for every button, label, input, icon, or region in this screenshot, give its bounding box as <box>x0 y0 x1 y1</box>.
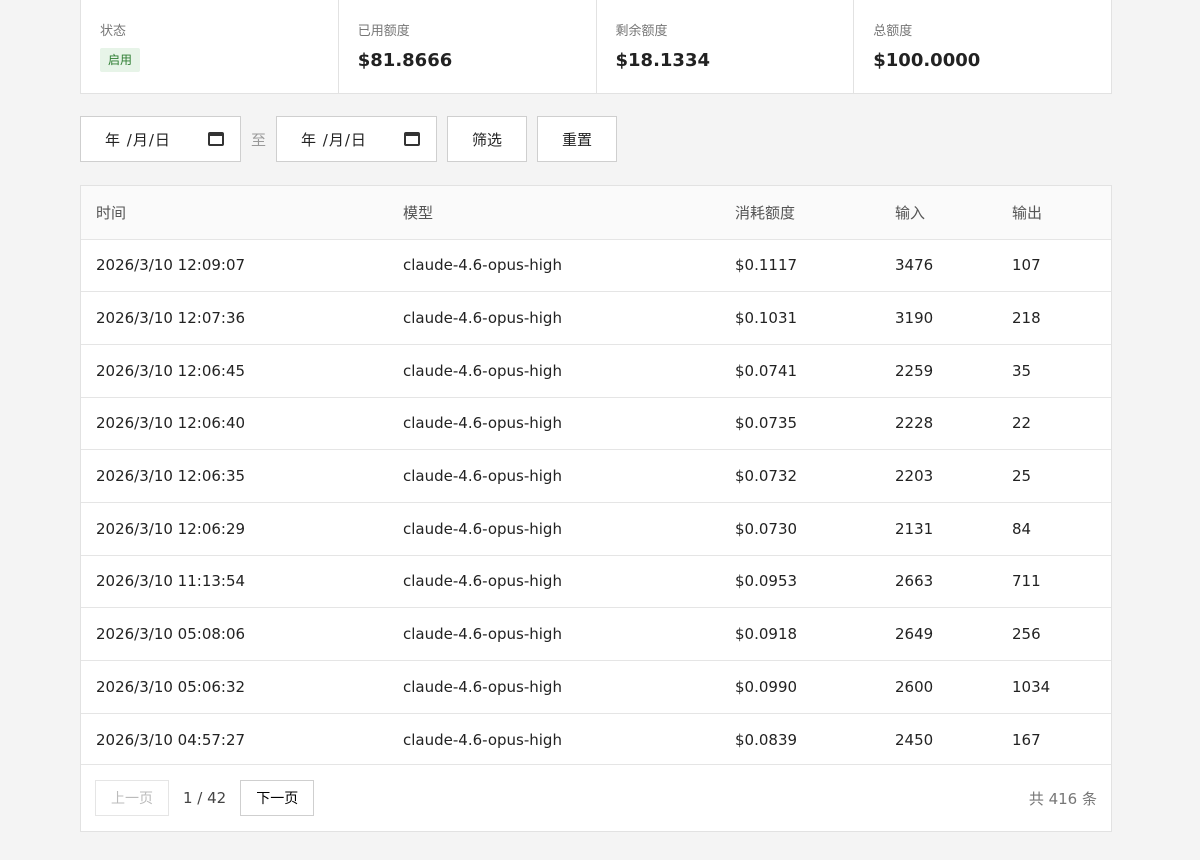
table-row: 2026/3/10 12:06:35 claude-4.6-opus-high $0… <box>81 449 1111 503</box>
header-output: 输出 <box>1012 203 1043 222</box>
cell-input: 2228 <box>895 414 934 433</box>
cell-output: 35 <box>1012 361 1032 380</box>
table-row: 2026/3/10 05:08:06 claude-4.6-opus-high $0… <box>81 607 1111 661</box>
cell-output: 218 <box>1012 309 1041 328</box>
cell-input: 2663 <box>895 572 934 591</box>
cell-input: 2131 <box>895 519 934 538</box>
cell-model: claude-4.6-opus-high <box>403 256 562 275</box>
cell-input: 2259 <box>895 361 934 380</box>
table-row: 2026/3/10 12:06:45 claude-4.6-opus-high $0… <box>81 344 1111 397</box>
table-row: 2026/3/10 12:07:36 claude-4.6-opus-high $0… <box>81 291 1111 345</box>
status-label: 状态 <box>100 24 127 39</box>
end-date-text: 年 /月/日 <box>301 130 367 149</box>
cell-model: claude-4.6-opus-high <box>403 677 562 696</box>
date-range-separator: 至 <box>250 130 266 149</box>
used-quota-stat: 已用额度 $81.8666 <box>339 0 597 93</box>
cell-model: claude-4.6-opus-high <box>403 730 562 749</box>
cell-cost: $0.0741 <box>735 361 798 380</box>
cell-time: 2026/3/10 05:06:32 <box>96 677 246 696</box>
cell-output: 167 <box>1012 730 1041 749</box>
usage-table-panel: 时间 模型 消耗额度 输入 输出 2026/3/10 12:09:07 claud… <box>80 185 1112 832</box>
header-model: 模型 <box>403 203 434 222</box>
reset-button[interactable]: 重置 <box>537 116 617 162</box>
cell-input: 3476 <box>895 256 934 275</box>
cell-cost: $0.1117 <box>735 256 798 275</box>
remaining-quota-value: $18.1334 <box>615 50 711 71</box>
total-quota-stat: 总额度 $100.0000 <box>854 0 1111 93</box>
calendar-icon[interactable] <box>404 132 420 146</box>
cell-model: claude-4.6-opus-high <box>403 519 562 538</box>
cell-input: 2450 <box>895 730 934 749</box>
header-input: 输入 <box>895 203 926 222</box>
cell-input: 3190 <box>895 309 934 328</box>
cell-output: 25 <box>1012 467 1032 486</box>
cell-model: claude-4.6-opus-high <box>403 467 562 486</box>
start-date-text: 年 /月/日 <box>105 130 171 149</box>
used-quota-value: $81.8666 <box>357 50 453 71</box>
cell-cost: $0.1031 <box>735 309 798 328</box>
cell-time: 2026/3/10 12:06:45 <box>96 361 246 380</box>
quota-summary: 状态 启用 已用额度 $81.8666 剩余额度 $18.1334 总额度 $1… <box>80 0 1112 94</box>
status-stat: 状态 启用 <box>81 0 339 93</box>
table-row: 2026/3/10 12:06:40 claude-4.6-opus-high $0… <box>81 397 1111 450</box>
table-row: 2026/3/10 05:06:32 claude-4.6-opus-high $0… <box>81 660 1111 714</box>
cell-cost: $0.0839 <box>735 730 798 749</box>
total-quota-value: $100.0000 <box>873 50 981 71</box>
cell-time: 2026/3/10 04:57:27 <box>96 730 246 749</box>
table-row: 2026/3/10 11:13:54 claude-4.6-opus-high $0… <box>81 555 1111 608</box>
cell-cost: $0.0990 <box>735 677 798 696</box>
calendar-icon[interactable] <box>208 132 224 146</box>
filter-button[interactable]: 筛选 <box>447 116 527 162</box>
cell-cost: $0.0730 <box>735 519 798 538</box>
pagination: 上一页 1 / 42 下一页 共 416 条 <box>81 764 1111 831</box>
cell-cost: $0.0953 <box>735 572 798 591</box>
cell-output: 107 <box>1012 256 1041 275</box>
page-indicator: 1 / 42 <box>183 789 227 807</box>
cell-output: 84 <box>1012 519 1032 538</box>
cell-time: 2026/3/10 11:13:54 <box>96 572 246 591</box>
table-header-row: 时间 模型 消耗额度 输入 输出 <box>81 186 1111 239</box>
cell-cost: $0.0918 <box>735 625 798 644</box>
cell-output: 22 <box>1012 414 1032 433</box>
next-page-button[interactable]: 下一页 <box>240 780 315 816</box>
prev-page-button[interactable]: 上一页 <box>95 780 169 816</box>
table-row: 2026/3/10 12:06:29 claude-4.6-opus-high $0… <box>81 502 1111 555</box>
header-time: 时间 <box>96 203 127 222</box>
header-cost: 消耗额度 <box>735 203 796 222</box>
cell-model: claude-4.6-opus-high <box>403 414 562 433</box>
cell-time: 2026/3/10 12:06:29 <box>96 519 246 538</box>
cell-output: 711 <box>1012 572 1041 591</box>
total-quota-label: 总额度 <box>873 24 913 39</box>
used-quota-label: 已用额度 <box>357 24 410 39</box>
cell-model: claude-4.6-opus-high <box>403 572 562 591</box>
table-row: 2026/3/10 12:09:07 claude-4.6-opus-high $0… <box>81 239 1111 292</box>
cell-time: 2026/3/10 12:06:35 <box>96 467 246 486</box>
cell-time: 2026/3/10 05:08:06 <box>96 625 246 644</box>
cell-input: 2203 <box>895 467 934 486</box>
status-badge: 启用 <box>100 48 141 72</box>
cell-cost: $0.0735 <box>735 414 798 433</box>
cell-model: claude-4.6-opus-high <box>403 309 562 328</box>
usage-table: 时间 模型 消耗额度 输入 输出 2026/3/10 12:09:07 claud… <box>81 186 1111 766</box>
end-date-input[interactable]: 年 /月/日 <box>276 116 437 162</box>
cell-time: 2026/3/10 12:09:07 <box>96 256 246 275</box>
total-count: 共 416 条 <box>1028 789 1097 808</box>
filter-bar: 年 /月/日 至 年 /月/日 筛选 重置 <box>80 116 617 162</box>
cell-output: 256 <box>1012 625 1041 644</box>
cell-model: claude-4.6-opus-high <box>403 361 562 380</box>
cell-time: 2026/3/10 12:06:40 <box>96 414 246 433</box>
cell-model: claude-4.6-opus-high <box>403 625 562 644</box>
start-date-input[interactable]: 年 /月/日 <box>80 116 241 162</box>
cell-input: 2600 <box>895 677 934 696</box>
table-row: 2026/3/10 04:57:27 claude-4.6-opus-high $0… <box>81 713 1111 766</box>
cell-time: 2026/3/10 12:07:36 <box>96 309 246 328</box>
cell-output: 1034 <box>1012 677 1051 696</box>
cell-cost: $0.0732 <box>735 467 798 486</box>
cell-input: 2649 <box>895 625 934 644</box>
remaining-quota-label: 剩余额度 <box>615 24 668 39</box>
remaining-quota-stat: 剩余额度 $18.1334 <box>597 0 855 93</box>
